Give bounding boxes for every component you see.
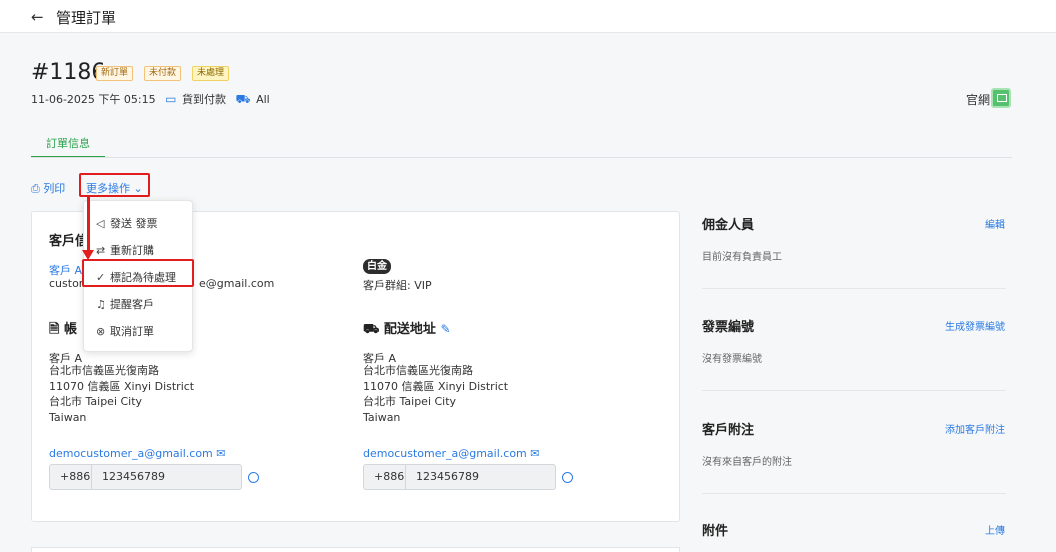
- add-note-link[interactable]: 添加客戶附注: [945, 421, 1005, 436]
- shipping-email: democustomer_a@gmail.com: [363, 447, 527, 460]
- billing-address: 台北市信義區光復南路 11070 信義區 Xinyi District 台北市 …: [49, 363, 194, 425]
- invoice-title: 發票編號: [702, 320, 755, 335]
- menu-item-label: 發送 發票: [110, 217, 158, 230]
- edit-pencil-icon[interactable]: ✎: [440, 322, 450, 336]
- shipping-title-label: 配送地址: [383, 322, 436, 337]
- menu-item-label: 重新訂購: [110, 244, 154, 257]
- sidebar-divider: [702, 493, 1006, 494]
- highlight-box: [82, 259, 194, 287]
- top-bar: ← 管理訂單: [0, 0, 1056, 33]
- shipping-title: ⛟ 配送地址 ✎: [363, 318, 451, 339]
- mail-icon: ✉: [530, 447, 540, 460]
- billing-email: democustomer_a@gmail.com: [49, 447, 213, 460]
- bell-icon: ♫: [96, 298, 106, 311]
- phone-number: 123456789: [102, 470, 165, 483]
- annotation-arrow-head: [82, 250, 94, 260]
- generate-invoice-link[interactable]: 生成發票編號: [945, 318, 1005, 333]
- billing-email-link[interactable]: democustomer_a@gmail.com ✉: [49, 447, 226, 460]
- billing-line-3: 台北市 Taipei City: [49, 395, 143, 408]
- whatsapp-icon[interactable]: [562, 472, 573, 483]
- billing-line-1: 台北市信義區光復南路: [49, 364, 159, 377]
- menu-item-send-invoice[interactable]: ◁ 發送 發票: [84, 209, 194, 235]
- order-datetime: 11-06-2025 下午 05:15: [31, 93, 156, 106]
- notes-empty: 沒有來自客戶的附注: [702, 457, 792, 468]
- phone-code: +886: [364, 465, 406, 489]
- attachments-title: 附件: [702, 524, 729, 539]
- page-title: 管理訂單: [56, 9, 117, 27]
- billing-line-2: 11070 信義區 Xinyi District: [49, 379, 195, 393]
- shipping-line-1: 台北市信義區光復南路: [363, 364, 473, 377]
- sidebar-divider: [702, 288, 1006, 289]
- menu-item-label: 取消訂單: [110, 325, 154, 338]
- commission-edit-link[interactable]: 編輯: [985, 216, 1005, 231]
- truck-icon: ⛟: [363, 322, 380, 337]
- reorder-icon: ⇄: [96, 244, 106, 257]
- status-badge-new: 新訂單: [96, 66, 134, 81]
- store-icon: [991, 88, 1011, 108]
- back-arrow-icon[interactable]: ←: [31, 8, 44, 26]
- payment-method: 貨到付款: [181, 93, 226, 106]
- customer-name-link[interactable]: 客戶 A: [49, 262, 82, 278]
- credit-card-icon: ▭: [165, 92, 177, 106]
- shipping-line-3: 台北市 Taipei City: [363, 395, 457, 408]
- tab-order-info[interactable]: 訂單信息: [31, 131, 105, 158]
- commission-title: 佣金人員: [702, 218, 755, 233]
- commission-empty: 目前沒有負責員工: [702, 252, 782, 263]
- menu-item-label: 提醒客戶: [110, 298, 154, 311]
- tier-badge: 白金: [363, 259, 391, 274]
- phone-code: +886: [50, 465, 92, 489]
- shipping-phone-field[interactable]: +886 123456789: [363, 464, 556, 490]
- menu-item-cancel-order[interactable]: ⊗ 取消訂單: [84, 317, 194, 343]
- delivery-method: All: [256, 93, 270, 106]
- notes-title: 客戶附注: [702, 423, 755, 438]
- annotation-arrow-line: [87, 197, 90, 251]
- truck-icon: ⛟: [235, 92, 251, 106]
- tab-divider: [31, 157, 1012, 158]
- next-card: [31, 547, 680, 552]
- order-number: #1186: [31, 60, 106, 85]
- more-actions-label: 更多操作: [86, 182, 130, 195]
- channel-label: 官網: [966, 93, 991, 107]
- sidebar-divider: [702, 390, 1006, 391]
- print-button[interactable]: ⎙ 列印: [31, 180, 65, 196]
- status-badge-unpaid: 未付款: [144, 66, 182, 81]
- whatsapp-icon[interactable]: [248, 472, 259, 483]
- shipping-line-4: Taiwan: [363, 410, 401, 424]
- chevron-down-icon: ⌄: [133, 182, 143, 195]
- billing-line-4: Taiwan: [49, 410, 87, 424]
- more-actions-button[interactable]: 更多操作 ⌄: [79, 173, 150, 197]
- mail-icon: ✉: [216, 447, 226, 460]
- status-badge-unprocessed: 未處理: [192, 66, 230, 81]
- document-icon: 🗎: [49, 322, 60, 337]
- menu-item-remind-customer[interactable]: ♫ 提醒客戶: [84, 290, 194, 316]
- customer-email-partial-right: e@gmail.com: [199, 277, 275, 290]
- phone-number: 123456789: [416, 470, 479, 483]
- billing-phone-field[interactable]: +886 123456789: [49, 464, 242, 490]
- shipping-address: 台北市信義區光復南路 11070 信義區 Xinyi District 台北市 …: [363, 363, 508, 425]
- order-meta: 11-06-2025 下午 05:15 ▭ 貨到付款 ⛟ All: [31, 91, 270, 108]
- send-icon: ◁: [96, 217, 105, 230]
- upload-link[interactable]: 上傳: [985, 522, 1005, 537]
- customer-group: 客戶群組: VIP: [363, 279, 432, 292]
- print-label: 列印: [43, 182, 66, 195]
- printer-icon: ⎙: [31, 182, 40, 195]
- shipping-line-2: 11070 信義區 Xinyi District: [363, 379, 509, 393]
- cancel-circle-icon: ⊗: [96, 325, 106, 338]
- billing-title-label: 帳: [63, 322, 77, 337]
- shipping-email-link[interactable]: democustomer_a@gmail.com ✉: [363, 447, 540, 460]
- invoice-empty: 沒有發票編號: [702, 354, 762, 365]
- billing-title: 🗎 帳: [49, 318, 77, 342]
